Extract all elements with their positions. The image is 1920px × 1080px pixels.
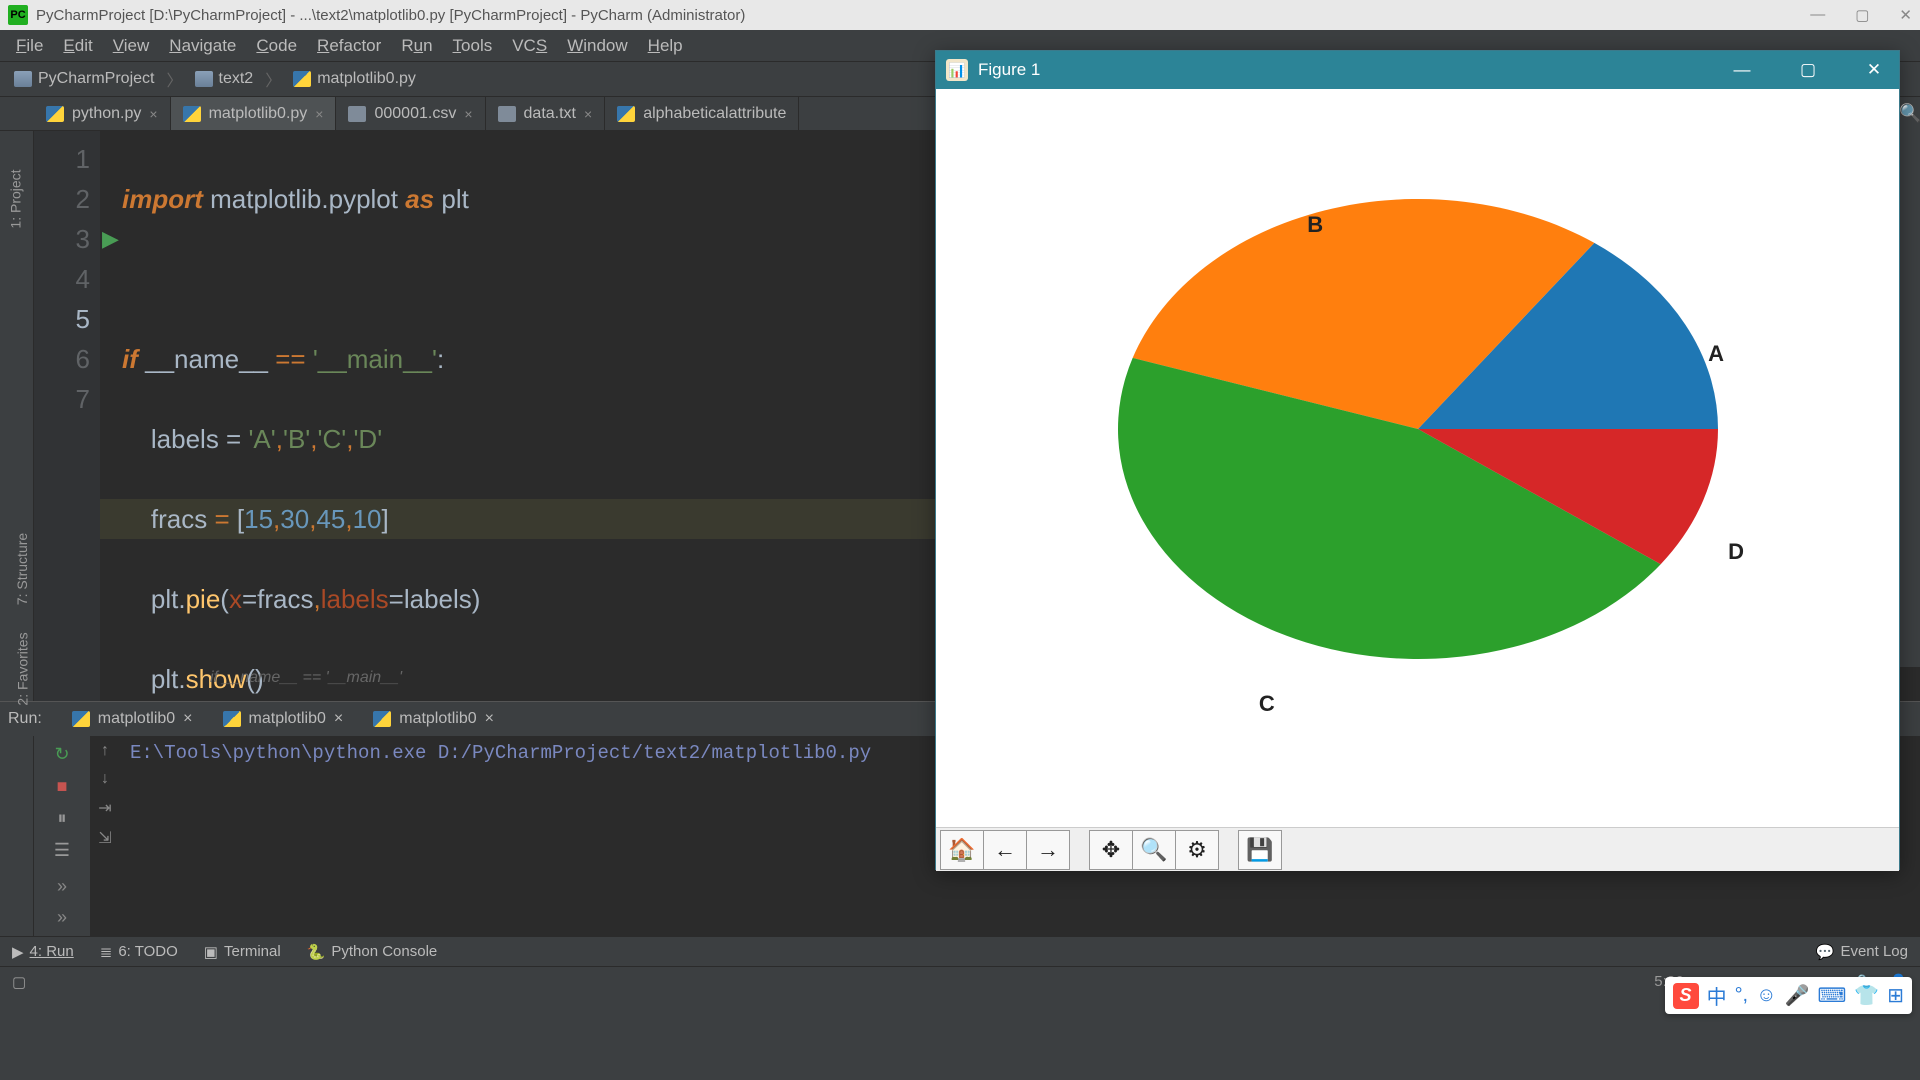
pycharm-icon: PC — [8, 5, 28, 25]
figure-close-button[interactable]: ✕ — [1859, 60, 1889, 80]
figure-title: Figure 1 — [978, 60, 1040, 80]
menu-vcs[interactable]: VCS — [504, 32, 555, 60]
pie-label-C: C — [1259, 691, 1275, 717]
toolwin-python-console[interactable]: 🐍 Python Console — [307, 943, 438, 961]
figure-canvas: A B C D — [936, 89, 1899, 827]
text-file-icon — [498, 106, 516, 122]
python-file-icon — [293, 71, 311, 87]
toolwin-todo[interactable]: ≣ 6: TODO — [100, 943, 178, 961]
ime-skin-icon[interactable]: 👕 — [1854, 983, 1879, 1008]
minimize-button[interactable]: ― — [1810, 6, 1825, 24]
pie-chart — [1058, 89, 1778, 739]
breadcrumb-project[interactable]: PyCharmProject — [8, 68, 160, 90]
ime-keyboard-icon[interactable]: ⌨ — [1817, 983, 1846, 1008]
ime-punct-icon[interactable]: °, — [1735, 984, 1749, 1007]
figure-toolbar: 🏠 ← → ✥ 🔍 ⚙ 💾 — [936, 827, 1899, 871]
close-icon[interactable]: × — [315, 106, 323, 122]
run-toolbar: ↻ ■ ⏸ ☰ » » — [34, 736, 90, 936]
toolwindow-project[interactable]: 1: Project — [8, 169, 24, 228]
pie-label-B: B — [1307, 212, 1323, 238]
close-button[interactable]: ✕ — [1899, 6, 1912, 24]
menu-help[interactable]: Help — [640, 32, 691, 60]
tab-data-txt[interactable]: data.txt× — [486, 97, 606, 130]
status-bar: ▢ 5:26 CRLF ≑ UTF-8 ≑ 🔒 👤 — [0, 966, 1920, 996]
context-breadcrumb: if __name__ == '__main__' — [210, 655, 402, 701]
status-icon[interactable]: ▢ — [12, 973, 26, 991]
tab-python-py[interactable]: python.py× — [34, 97, 171, 130]
breadcrumb-folder[interactable]: text2 — [189, 68, 260, 90]
step-button[interactable]: » — [57, 907, 67, 928]
save-button[interactable]: 💾 — [1238, 830, 1282, 870]
menu-run[interactable]: Run — [393, 32, 440, 60]
tab-matplotlib0-py[interactable]: matplotlib0.py× — [171, 97, 337, 130]
tab-000001-csv[interactable]: 000001.csv× — [336, 97, 485, 130]
run-label: Run: — [8, 710, 42, 728]
stop-button[interactable]: ■ — [50, 774, 74, 798]
export-icon[interactable]: ⇲ — [98, 828, 111, 848]
configure-button[interactable]: ⚙ — [1175, 830, 1219, 870]
python-file-icon — [72, 711, 90, 727]
close-icon[interactable]: × — [584, 106, 592, 122]
toolwin-eventlog[interactable]: 💬 Event Log — [1816, 943, 1908, 961]
window-titlebar: PC PyCharmProject [D:\PyCharmProject] - … — [0, 0, 1920, 30]
csv-file-icon — [348, 106, 366, 122]
menu-window[interactable]: Window — [559, 32, 635, 60]
menu-file[interactable]: File — [8, 32, 51, 60]
ime-toolbox-icon[interactable]: ⊞ — [1887, 983, 1904, 1008]
ime-mic-icon[interactable]: 🎤 — [1785, 983, 1810, 1008]
menu-tools[interactable]: Tools — [445, 32, 501, 60]
pie-label-A: A — [1708, 341, 1724, 367]
python-file-icon — [617, 106, 635, 122]
search-icon[interactable]: 🔍 — [1899, 97, 1920, 124]
pan-button[interactable]: ✥ — [1089, 830, 1133, 870]
pause-button[interactable]: ⏸ — [50, 806, 74, 830]
close-icon[interactable]: × — [464, 106, 472, 122]
forward-button[interactable]: → — [1026, 830, 1070, 870]
close-icon[interactable]: × — [149, 106, 157, 122]
layout-button[interactable]: ☰ — [50, 838, 74, 862]
figure-minimize-button[interactable]: ― — [1727, 60, 1757, 80]
rerun-button[interactable]: ↻ — [50, 742, 74, 766]
folder-icon — [14, 71, 32, 87]
ime-tray[interactable]: S 中 °, ☺ 🎤 ⌨ 👕 ⊞ — [1665, 977, 1912, 1014]
maximize-button[interactable]: ▢ — [1855, 6, 1869, 24]
sogou-icon[interactable]: S — [1673, 983, 1699, 1009]
tab-alphabeticalattribute[interactable]: alphabeticalattribute — [605, 97, 799, 130]
zoom-button[interactable]: 🔍 — [1132, 830, 1176, 870]
menu-edit[interactable]: Edit — [55, 32, 100, 60]
toolwin-run[interactable]: ▶ 4: Run — [12, 943, 74, 961]
python-file-icon — [46, 106, 64, 122]
back-button[interactable]: ← — [983, 830, 1027, 870]
toolwin-terminal[interactable]: ▣ Terminal — [204, 943, 281, 961]
ime-lang-icon[interactable]: 中 — [1707, 981, 1727, 1010]
breadcrumb-file[interactable]: matplotlib0.py — [287, 68, 422, 90]
step-button[interactable]: » — [57, 876, 67, 897]
menu-code[interactable]: Code — [248, 32, 305, 60]
toolwindow-structure[interactable]: 7: Structure — [14, 533, 30, 605]
pie-label-D: D — [1728, 539, 1744, 565]
matplotlib-figure-window[interactable]: 📊 Figure 1 ― ▢ ✕ A B C D 🏠 ← → ✥ 🔍 ⚙ 💾 — [935, 50, 1900, 870]
window-title: PyCharmProject [D:\PyCharmProject] - ...… — [36, 7, 745, 24]
figure-maximize-button[interactable]: ▢ — [1793, 60, 1823, 80]
menu-refactor[interactable]: Refactor — [309, 32, 389, 60]
home-button[interactable]: 🏠 — [940, 830, 984, 870]
figure-titlebar[interactable]: 📊 Figure 1 ― ▢ ✕ — [936, 51, 1899, 89]
matplotlib-icon: 📊 — [946, 59, 968, 81]
python-file-icon — [183, 106, 201, 122]
folder-icon — [195, 71, 213, 87]
ime-emoji-icon[interactable]: ☺ — [1756, 984, 1776, 1007]
bottom-toolwindow-bar: ▶ 4: Run ≣ 6: TODO ▣ Terminal 🐍 Python C… — [0, 936, 1920, 966]
left-toolwindow-bar: 1: Project 7: Structure 2: Favorites — [0, 131, 34, 701]
line-numbers: 1234567 — [34, 131, 100, 701]
toolwindow-favorites[interactable]: 2: Favorites — [15, 632, 31, 705]
menu-view[interactable]: View — [105, 32, 158, 60]
right-toolwindow-bar: 🔍 — [1898, 97, 1920, 667]
menu-navigate[interactable]: Navigate — [161, 32, 244, 60]
